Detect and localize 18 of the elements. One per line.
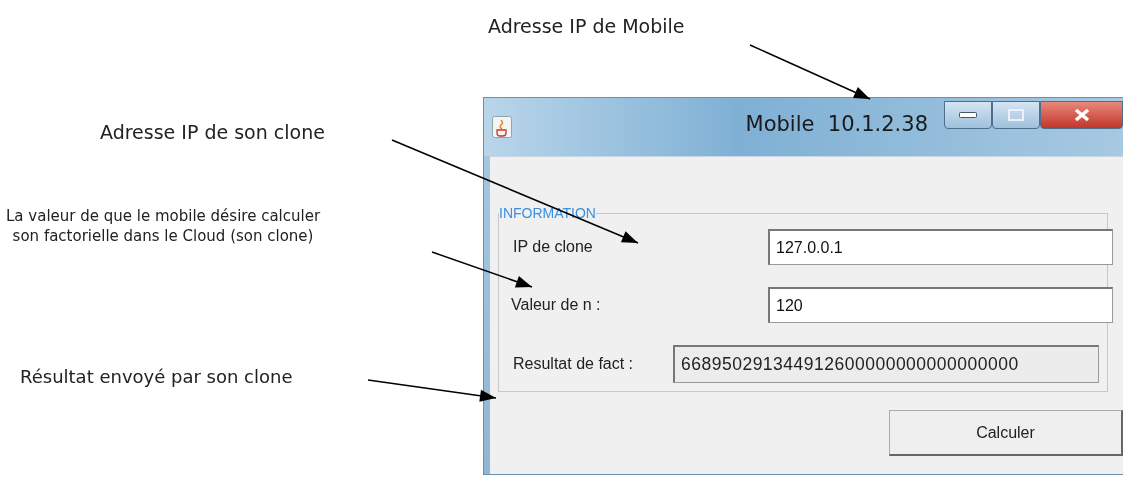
maximize-button[interactable] <box>992 101 1040 129</box>
window-title: Mobile 10.1.2.38 <box>744 112 929 136</box>
minimize-button[interactable] <box>944 101 992 129</box>
field-label: Valeur de n : <box>511 296 602 314</box>
minimize-icon <box>959 112 977 118</box>
close-button[interactable] <box>1040 101 1123 129</box>
annotation-text: Résultat envoyé par son clone <box>20 365 293 389</box>
cup-icon <box>492 116 512 138</box>
field-label: IP de clone <box>512 238 594 256</box>
calculate-button[interactable]: Calculer <box>889 410 1123 456</box>
field-label: Resultat de fact : <box>512 355 635 373</box>
annotation-text: Adresse IP de Mobile <box>488 14 685 39</box>
text-field[interactable]: 120 <box>768 287 1113 323</box>
annotation-text: La valeur de que le mobile désire calculer son factorielle dans le Cloud (son clone) <box>6 206 321 247</box>
maximize-icon <box>1008 109 1024 121</box>
annotation-text: Adresse IP de son clone <box>100 120 325 145</box>
close-icon <box>1073 108 1090 122</box>
text-field[interactable]: 127.0.0.1 <box>768 229 1113 265</box>
